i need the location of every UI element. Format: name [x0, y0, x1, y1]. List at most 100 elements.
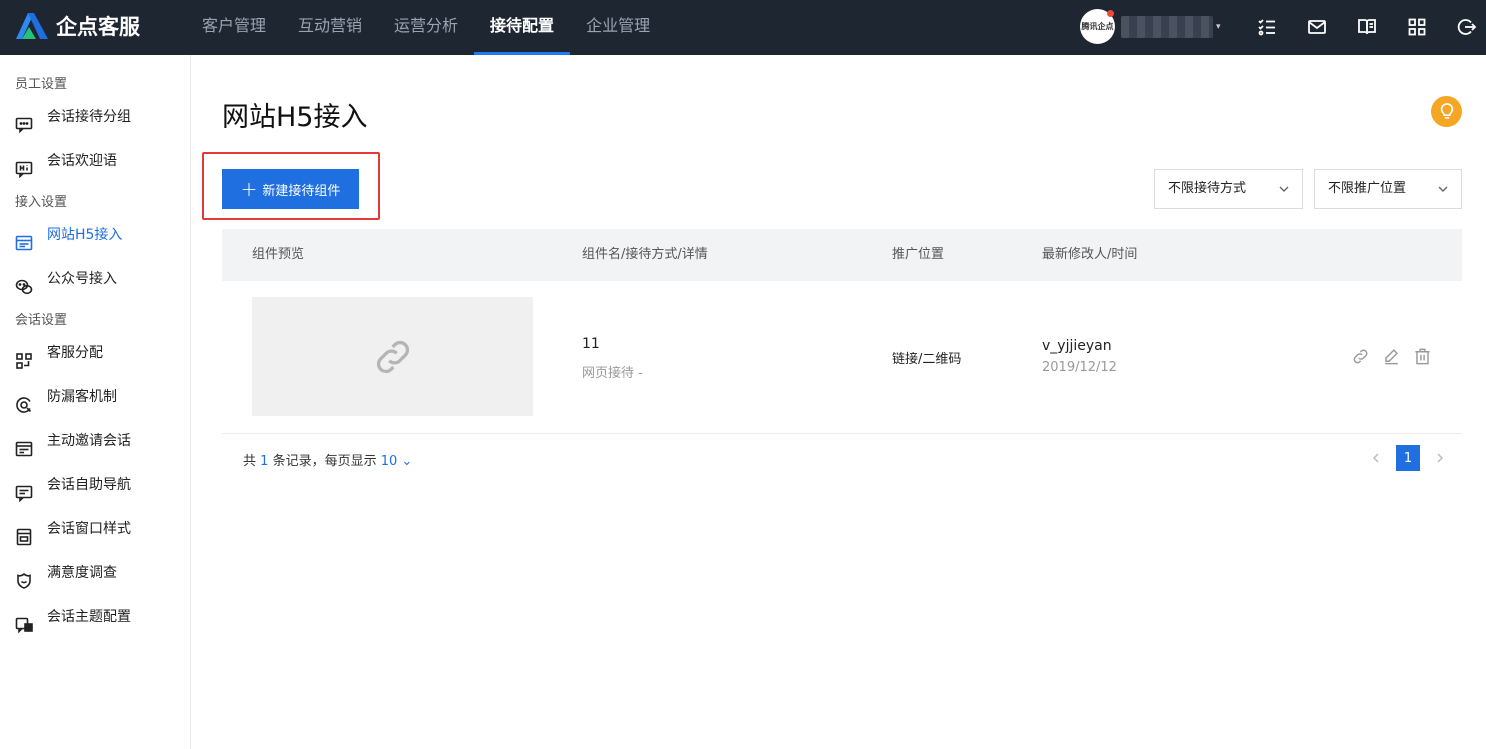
sidebar-item-prevent-loss[interactable]: 防漏客机制: [0, 375, 190, 419]
copy-link-icon[interactable]: [1349, 345, 1371, 367]
sidebar-item-window-style[interactable]: 会话窗口样式: [0, 507, 190, 551]
sidebar-item-label: 公众号接入: [47, 271, 117, 287]
widget-method: 网页接待 -: [582, 366, 643, 381]
top-navbar: 企点客服 客户管理 互动营销 运营分析 接待配置 企业管理 腾讯企点 ▾: [0, 0, 1486, 55]
filter-promotion-position-select[interactable]: 不限推广位置: [1314, 169, 1462, 209]
widget-preview: [252, 297, 533, 416]
prevent-icon: [15, 388, 33, 413]
pagination-summary: 共 1 条记录，每页显示 10 ⌄: [243, 450, 412, 469]
user-menu[interactable]: 腾讯企点 ▾: [1080, 9, 1221, 44]
filter-reception-method-value: 不限接待方式: [1168, 181, 1247, 196]
prev-page-icon[interactable]: [1365, 445, 1387, 471]
sidebar-item-label: 会话接待分组: [47, 109, 131, 125]
chevron-down-icon: [1438, 186, 1448, 192]
summary-middle: 条记录，每页显示: [272, 454, 377, 469]
mail-icon[interactable]: [1306, 16, 1328, 38]
apps-grid-icon[interactable]: [1406, 16, 1428, 38]
app-logo[interactable]: 企点客服: [14, 11, 140, 41]
task-list-icon[interactable]: [1256, 16, 1278, 38]
theme-icon: [15, 608, 33, 634]
sidebar-item-label: 会话窗口样式: [47, 521, 131, 537]
column-header-name: 组件名/接待方式/详情: [582, 247, 708, 262]
nav-customer-management[interactable]: 客户管理: [186, 0, 282, 55]
filter-promotion-position-value: 不限推广位置: [1328, 181, 1407, 196]
chevron-down-icon: [1279, 186, 1289, 192]
notification-dot: [1107, 10, 1114, 17]
logo-text: 企点客服: [56, 15, 140, 39]
widget-modified-time: 2019/12/12: [1042, 360, 1117, 375]
new-widget-label: 新建接待组件: [262, 183, 341, 199]
sidebar-item-chat-group[interactable]: 会话接待分组: [0, 95, 190, 139]
next-page-icon[interactable]: [1429, 445, 1451, 471]
sidebar-item-label: 会话主题配置: [47, 609, 131, 625]
table-row: 11 网页接待 - 链接/二维码 v_yjjieyan 2019/12/12: [222, 281, 1462, 434]
caret-down-icon[interactable]: ▾: [1216, 22, 1221, 32]
book-icon[interactable]: [1356, 16, 1378, 38]
record-count: 1: [260, 454, 269, 469]
widget-name: 11: [582, 336, 600, 352]
navigation-icon: [15, 476, 33, 503]
table-header: 组件预览 组件名/接待方式/详情 推广位置 最新修改人/时间: [222, 229, 1462, 281]
nav-enterprise-management[interactable]: 企业管理: [570, 0, 666, 55]
sidebar: 员工设置 会话接待分组 会话欢迎语 接入设置 网站H5接入 公众号接入 会话设置…: [0, 55, 191, 749]
sidebar-item-theme[interactable]: 会话主题配置: [0, 595, 190, 639]
sidebar-item-label: 客服分配: [47, 345, 103, 361]
toolbar-icons: [1256, 16, 1478, 38]
logo-mark-icon: [16, 13, 48, 39]
avatar[interactable]: 腾讯企点: [1080, 9, 1115, 44]
page-title: 网站H5接入: [222, 102, 368, 133]
window-style-icon: [15, 520, 33, 546]
sidebar-section-session: 会话设置: [15, 313, 68, 328]
sidebar-item-survey[interactable]: 满意度调查: [0, 551, 190, 595]
widget-modifier: v_yjjieyan: [1042, 338, 1112, 354]
sidebar-item-label: 会话自助导航: [47, 477, 131, 493]
column-header-modifier: 最新修改人/时间: [1042, 247, 1138, 262]
sidebar-item-navigation[interactable]: 会话自助导航: [0, 463, 190, 507]
sidebar-item-wechat[interactable]: 公众号接入: [0, 257, 190, 301]
sidebar-item-label: 网站H5接入: [47, 227, 123, 243]
nav-operation-analysis[interactable]: 运营分析: [378, 0, 474, 55]
sidebar-section-access: 接入设置: [15, 195, 68, 210]
widget-position: 链接/二维码: [892, 352, 962, 367]
delete-icon[interactable]: [1411, 345, 1433, 367]
nav-reception-config[interactable]: 接待配置: [474, 0, 571, 55]
sidebar-item-label: 会话欢迎语: [47, 153, 117, 169]
sidebar-item-label: 主动邀请会话: [47, 433, 131, 449]
tip-button[interactable]: [1431, 96, 1462, 127]
sidebar-item-distribute[interactable]: 客服分配: [0, 331, 190, 375]
main-nav: 客户管理 互动营销 运营分析 接待配置 企业管理: [186, 0, 666, 55]
website-icon: [15, 226, 33, 251]
edit-icon[interactable]: [1380, 345, 1402, 367]
invite-icon: [15, 432, 33, 457]
chat-group-icon: [15, 108, 33, 134]
distribute-icon: [15, 344, 33, 369]
pagination: 1: [1365, 445, 1451, 471]
chevron-down-icon: ⌄: [401, 454, 413, 469]
plus-icon: +: [240, 177, 258, 201]
filter-reception-method-select[interactable]: 不限接待方式: [1154, 169, 1303, 209]
column-header-position: 推广位置: [892, 247, 945, 262]
wechat-icon: [15, 270, 33, 295]
summary-prefix: 共: [243, 454, 257, 469]
logout-icon[interactable]: [1456, 16, 1478, 38]
column-header-preview: 组件预览: [252, 247, 305, 262]
user-name-blurred: [1121, 15, 1213, 38]
sidebar-item-label: 满意度调查: [47, 565, 117, 581]
sidebar-item-label: 防漏客机制: [47, 389, 117, 405]
hi-message-icon: [15, 152, 33, 179]
sidebar-item-welcome[interactable]: 会话欢迎语: [0, 139, 190, 183]
main-content: 网站H5接入 + 新建接待组件 不限接待方式 不限推广位置 组件预览 组件名/接…: [191, 55, 1486, 749]
sidebar-item-invite[interactable]: 主动邀请会话: [0, 419, 190, 463]
sidebar-section-staff: 员工设置: [15, 77, 68, 92]
avatar-label: 腾讯企点: [1081, 22, 1114, 31]
page-number[interactable]: 1: [1396, 445, 1420, 471]
new-widget-button[interactable]: + 新建接待组件: [222, 169, 359, 209]
page-size-select[interactable]: 10 ⌄: [381, 454, 413, 469]
row-actions: [1349, 345, 1442, 367]
nav-interactive-marketing[interactable]: 互动营销: [282, 0, 378, 55]
lightbulb-icon: [1440, 102, 1453, 119]
sidebar-item-website-h5[interactable]: 网站H5接入: [0, 213, 190, 257]
page-size-value: 10: [380, 454, 398, 469]
survey-icon: [15, 564, 33, 589]
link-icon: [376, 340, 409, 373]
